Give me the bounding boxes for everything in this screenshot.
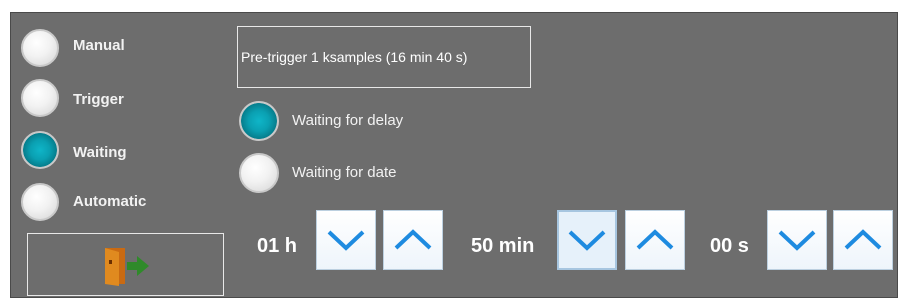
label-waiting-for-date: Waiting for date: [292, 164, 397, 181]
label-manual: Manual: [73, 37, 125, 54]
radio-trigger[interactable]: [21, 79, 59, 117]
exit-button[interactable]: [27, 233, 224, 296]
label-waiting: Waiting: [73, 144, 127, 161]
minutes-decrease-button[interactable]: [557, 210, 617, 270]
hours-increase-button[interactable]: [383, 210, 443, 270]
hours-value: 01 h: [257, 235, 298, 257]
radio-automatic[interactable]: [21, 183, 59, 221]
radio-waiting[interactable]: [21, 131, 59, 169]
exit-door-icon: [105, 248, 149, 286]
radio-waiting-for-date[interactable]: [239, 153, 279, 193]
chevron-down-icon: [327, 230, 365, 251]
chevron-up-icon: [394, 229, 432, 250]
radio-manual[interactable]: [21, 29, 59, 67]
minutes-increase-button[interactable]: [625, 210, 685, 270]
pretrigger-text: Pre-trigger 1 ksamples (16 min 40 s): [241, 49, 468, 65]
seconds-value: 00 s: [710, 235, 749, 257]
pretrigger-box: Pre-trigger 1 ksamples (16 min 40 s): [237, 26, 531, 88]
minutes-value: 50 min: [471, 235, 535, 257]
seconds-decrease-button[interactable]: [767, 210, 827, 270]
hours-decrease-button[interactable]: [316, 210, 376, 270]
chevron-down-icon: [778, 230, 816, 251]
chevron-down-icon: [568, 230, 606, 251]
label-waiting-for-delay: Waiting for delay: [292, 112, 404, 129]
label-trigger: Trigger: [73, 91, 124, 108]
chevron-up-icon: [844, 229, 882, 250]
waiting-panel: Manual Trigger Waiting Automatic Pre-tri…: [10, 12, 898, 298]
seconds-increase-button[interactable]: [833, 210, 893, 270]
radio-waiting-for-delay[interactable]: [239, 101, 279, 141]
label-automatic: Automatic: [73, 193, 147, 210]
chevron-up-icon: [636, 229, 674, 250]
